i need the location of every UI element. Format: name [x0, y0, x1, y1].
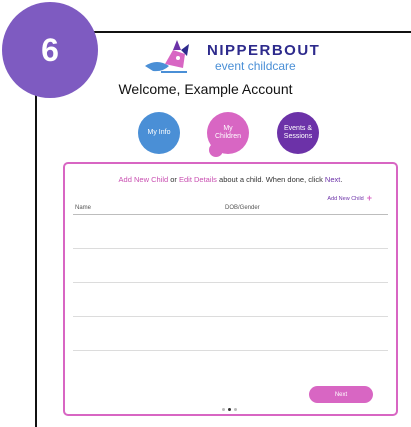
- next-button[interactable]: Next: [309, 386, 373, 403]
- step-number-badge: 6: [2, 2, 98, 98]
- add-new-child-label: Add New Child: [327, 195, 364, 202]
- page-dot[interactable]: [228, 408, 231, 411]
- my-info-label: My Info: [147, 128, 171, 136]
- instructions-end: .: [340, 175, 343, 184]
- edit-details-link[interactable]: Edit Details: [179, 175, 217, 184]
- page-dot[interactable]: [222, 408, 225, 411]
- instructions-or: or: [168, 175, 179, 184]
- add-new-child-button[interactable]: Add New Child +: [327, 194, 372, 203]
- instructions-text: Add New Child or Edit Details about a ch…: [65, 175, 396, 184]
- table-row-divider: [73, 282, 388, 283]
- instructions-next: Next: [324, 175, 341, 184]
- logo-subtitle: event childcare: [215, 59, 296, 73]
- plus-icon: +: [366, 193, 372, 203]
- nipperbout-logo: NIPPERBOUT event childcare: [143, 36, 353, 80]
- events-sessions-label: Events & Sessions: [283, 124, 313, 140]
- instructions-mid: about a child. When done, click: [216, 175, 325, 184]
- page-indicator: [222, 408, 237, 411]
- table-row-divider: [73, 248, 388, 249]
- events-sessions-button[interactable]: Events & Sessions: [277, 112, 319, 154]
- column-header-name: Name: [75, 205, 92, 211]
- column-header-dob-gender: DOB/Gender: [225, 205, 260, 211]
- page-dot[interactable]: [234, 408, 237, 411]
- next-button-label: Next: [334, 391, 348, 398]
- my-children-label: My Children: [215, 124, 242, 140]
- table-row-divider: [73, 350, 388, 351]
- table-row-divider: [73, 316, 388, 317]
- my-info-button[interactable]: My Info: [138, 112, 180, 154]
- header-divider: [73, 214, 388, 215]
- rocking-horse-logo-icon: [145, 40, 189, 73]
- children-panel: Add New Child or Edit Details about a ch…: [63, 162, 398, 416]
- active-nav-indicator: [209, 143, 223, 157]
- add-new-child-link[interactable]: Add New Child: [119, 175, 169, 184]
- logo-title: NIPPERBOUT: [207, 42, 321, 59]
